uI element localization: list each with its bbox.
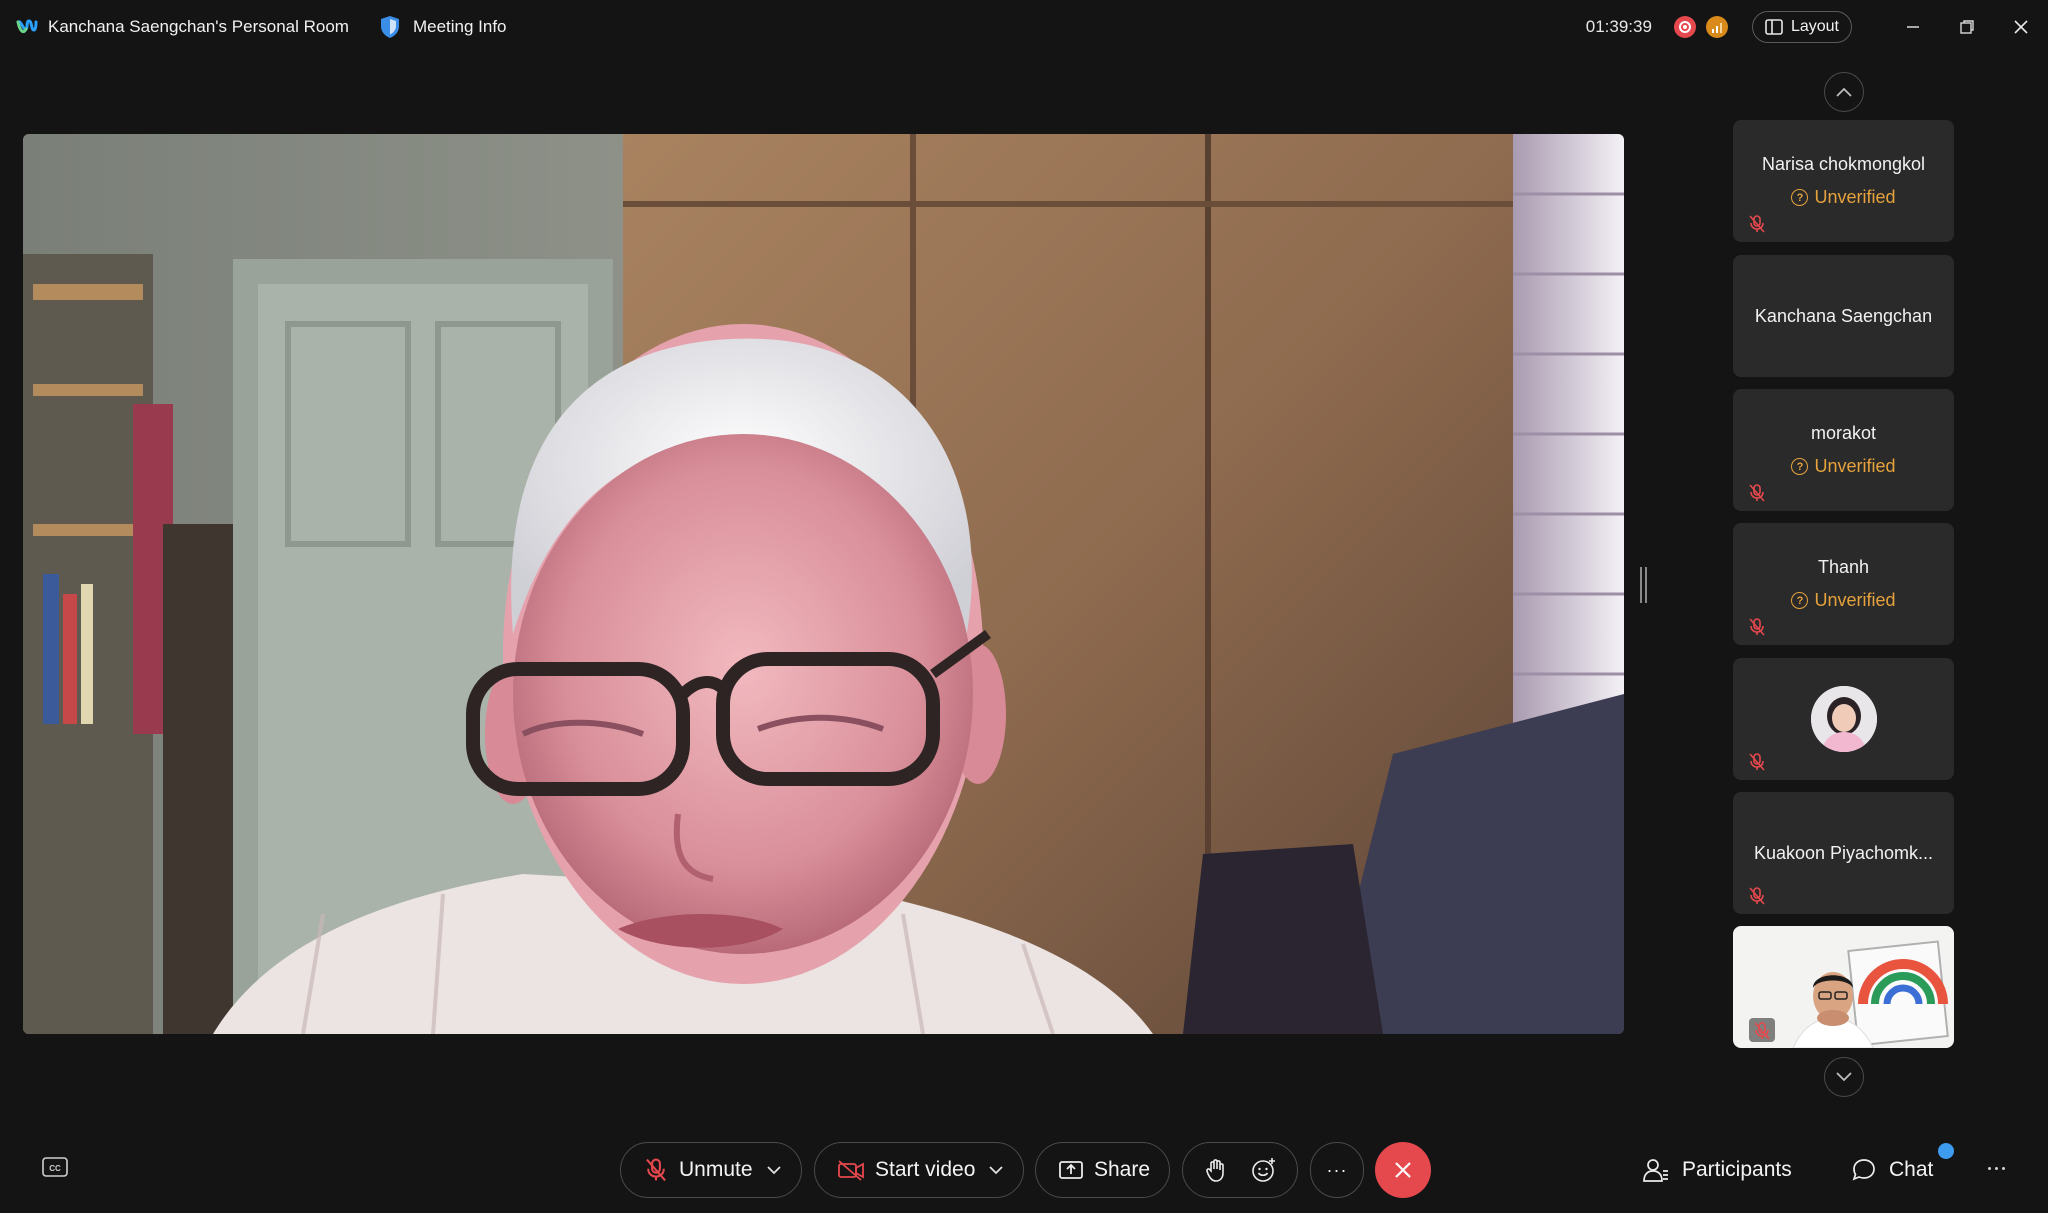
panel-resize-handle[interactable]: [1639, 567, 1647, 603]
chevron-down-icon[interactable]: [766, 1165, 781, 1175]
share-button[interactable]: Share: [1035, 1142, 1170, 1198]
recording-icon[interactable]: [1673, 16, 1696, 38]
participant-name: Narisa chokmongkol: [1761, 154, 1926, 174]
muted-mic-icon: [1749, 887, 1765, 905]
chat-unread-badge: [1938, 1143, 1954, 1159]
unmute-button[interactable]: Unmute: [620, 1142, 802, 1198]
more-panels-button[interactable]: [1984, 1158, 2008, 1178]
participant-name: Kuakoon Piyachomk...: [1753, 842, 1934, 863]
meeting-window: Kanchana Saengchan's Personal Room Meeti…: [0, 0, 2048, 1213]
unverified-status: ? Unverified: [1791, 187, 1896, 208]
participant-name: Kanchana Saengchan: [1754, 305, 1933, 326]
muted-mic-icon: [1749, 753, 1765, 771]
more-options-label: ···: [1326, 1159, 1348, 1180]
closed-captions-icon[interactable]: CC: [42, 1157, 68, 1179]
participant-tile[interactable]: Kuakoon Piyachomk...: [1733, 792, 1954, 914]
participants-icon: [1643, 1159, 1668, 1182]
participant-name: Thanh: [1817, 557, 1870, 577]
room-title: Kanchana Saengchan's Personal Room: [48, 17, 349, 36]
chevron-down-icon: [1836, 1072, 1852, 1082]
participant-tile[interactable]: Thanh ? Unverified: [1733, 523, 1954, 645]
meeting-info-button[interactable]: Meeting Info: [379, 15, 507, 39]
unmute-label: Unmute: [679, 1158, 753, 1181]
chat-label: Chat: [1889, 1158, 1934, 1181]
muted-mic-icon: [1749, 484, 1765, 502]
participant-tile[interactable]: Narisa chokmongkol ? Unverified: [1733, 120, 1954, 242]
unverified-status: ? Unverified: [1791, 456, 1896, 477]
close-icon: [1395, 1162, 1411, 1178]
minimize-icon: [1907, 26, 1919, 28]
participant-name: morakot: [1810, 423, 1877, 443]
video-off-icon: [838, 1160, 864, 1181]
close-window-button[interactable]: [1994, 0, 2048, 54]
participant-tile[interactable]: [1733, 658, 1954, 780]
more-options-button[interactable]: ···: [1310, 1142, 1364, 1198]
participant-video-tile[interactable]: [1733, 926, 1954, 1048]
participant-video-frame: [1733, 926, 1954, 1048]
strip-scroll-down-button[interactable]: [1824, 1057, 1864, 1097]
raise-hand-icon[interactable]: [1205, 1157, 1227, 1183]
title-left: Kanchana Saengchan's Personal Room Meeti…: [0, 15, 507, 39]
muted-mic-icon: [1749, 618, 1765, 636]
participant-tile[interactable]: Kanchana Saengchan: [1733, 255, 1954, 377]
avatar-image: [1810, 686, 1877, 752]
muted-mic-icon: [646, 1158, 666, 1182]
chat-button[interactable]: Chat: [1851, 1152, 1933, 1188]
restore-icon: [1960, 20, 1974, 34]
layout-button[interactable]: Layout: [1751, 11, 1852, 43]
active-speaker-video[interactable]: [23, 134, 1624, 1034]
start-video-label: Start video: [875, 1158, 976, 1181]
network-signal-icon[interactable]: [1705, 16, 1728, 38]
meeting-info-label: Meeting Info: [412, 17, 507, 36]
close-icon: [2014, 20, 2028, 34]
participant-tile[interactable]: morakot ? Unverified: [1733, 389, 1954, 511]
meeting-timer: 01:39:39: [1585, 17, 1652, 36]
title-right: 01:39:39 Layout: [1586, 0, 2048, 54]
leave-meeting-button[interactable]: [1375, 1142, 1431, 1198]
webex-logo-icon: [16, 19, 38, 34]
participants-button[interactable]: Participants: [1642, 1152, 1792, 1188]
reactions-group: [1182, 1142, 1298, 1198]
avatar: [1810, 686, 1877, 752]
layout-label: Layout: [1790, 18, 1839, 35]
strip-scroll-up-button[interactable]: [1824, 72, 1864, 112]
question-icon: ?: [1791, 458, 1809, 475]
participants-label: Participants: [1682, 1158, 1792, 1181]
reaction-emoji-icon[interactable]: [1251, 1157, 1277, 1183]
share-label: Share: [1094, 1158, 1151, 1181]
shield-icon: [380, 16, 399, 38]
speaker-video-frame: [23, 134, 1624, 1034]
minimize-button[interactable]: [1886, 0, 1940, 54]
chevron-up-icon: [1836, 87, 1852, 97]
question-icon: ?: [1791, 592, 1809, 609]
chat-icon: [1852, 1159, 1875, 1181]
layout-icon: [1765, 19, 1783, 35]
question-icon: ?: [1791, 189, 1809, 206]
title-bar: Kanchana Saengchan's Personal Room Meeti…: [0, 0, 2048, 54]
share-screen-icon: [1059, 1161, 1083, 1179]
muted-mic-icon: [1749, 215, 1765, 233]
svg-text:CC: CC: [49, 1164, 61, 1173]
unverified-status: ? Unverified: [1791, 590, 1896, 611]
chevron-down-icon[interactable]: [989, 1165, 1004, 1175]
restore-button[interactable]: [1940, 0, 1994, 54]
start-video-button[interactable]: Start video: [814, 1142, 1024, 1198]
